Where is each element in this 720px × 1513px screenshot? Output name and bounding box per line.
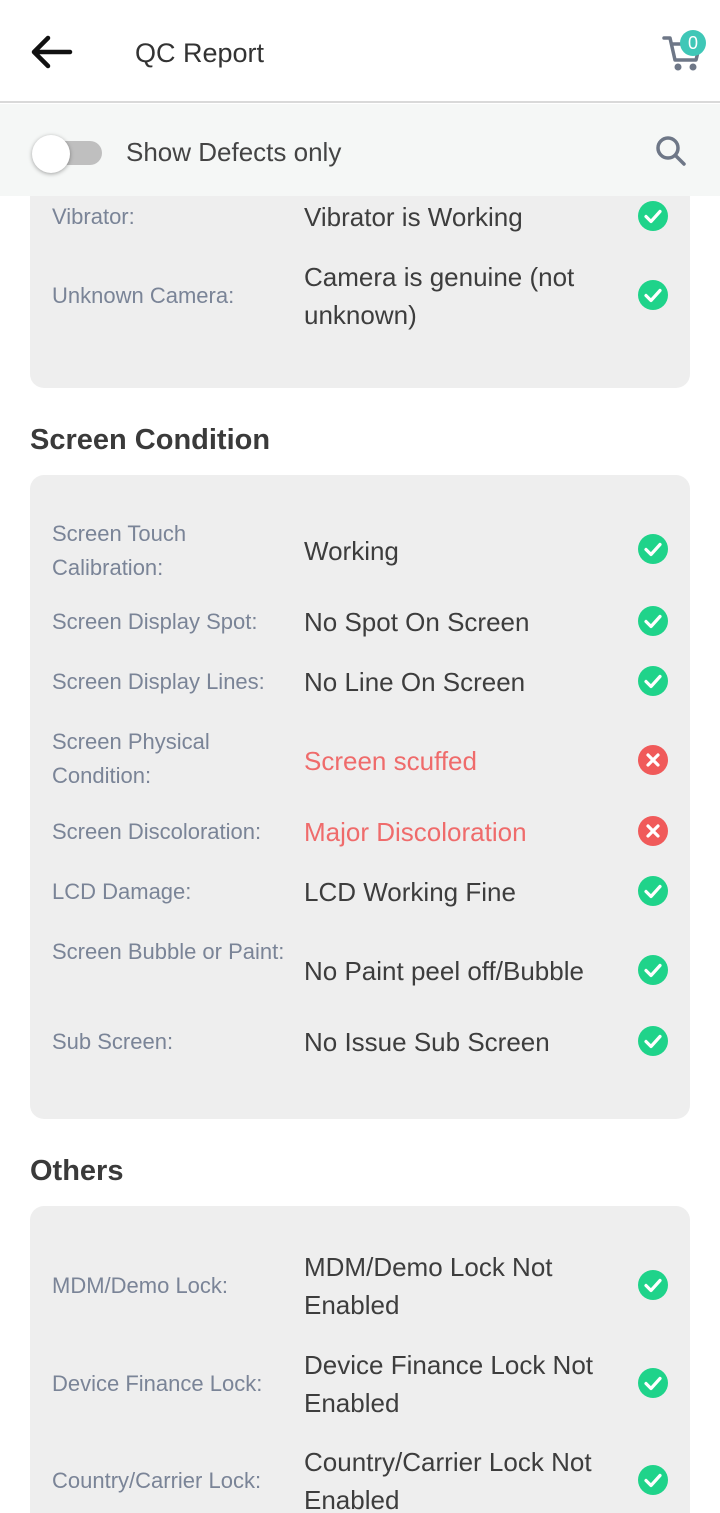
row-value: Vibrator is Working [304, 202, 523, 232]
show-defects-toggle[interactable] [32, 135, 104, 175]
x-circle-icon [637, 815, 669, 847]
x-circle-icon [637, 744, 669, 776]
report-row: Vibrator: Vibrator is Working [30, 196, 690, 240]
toggle-knob [32, 135, 70, 173]
app-header: QC Report 0 [0, 0, 720, 103]
section-title: Others [30, 1155, 124, 1187]
report-row: MDM/Demo Lock: MDM/Demo Lock Not Enabled [30, 1246, 690, 1326]
report-row: Screen Touch Calibration: Working [30, 515, 690, 587]
row-label: Unknown Camera: [52, 283, 235, 308]
check-circle-icon [637, 200, 669, 232]
check-circle-icon [637, 875, 669, 907]
row-label: MDM/Demo Lock: [52, 1273, 229, 1298]
row-value: No Spot On Screen [304, 607, 530, 637]
report-row: Screen Discoloration: Major Discoloratio… [30, 815, 690, 855]
row-value: Working [304, 536, 399, 566]
report-row: Screen Display Spot: No Spot On Screen [30, 605, 690, 645]
check-circle-icon [637, 533, 669, 565]
row-label: Country/Carrier Lock: [52, 1468, 262, 1493]
row-label: Screen Touch Calibration: [52, 521, 187, 580]
row-value: Screen scuffed [304, 746, 477, 776]
show-defects-label: Show Defects only [126, 137, 342, 167]
report-row: Country/Carrier Lock: Country/Carrier Lo… [30, 1441, 690, 1513]
check-circle-icon [637, 954, 669, 986]
back-arrow-icon[interactable] [28, 30, 76, 74]
filter-bar: Show Defects only [0, 104, 720, 196]
row-label: Screen Physical Condition: [52, 729, 210, 788]
row-label: Device Finance Lock: [52, 1371, 263, 1396]
row-value: LCD Working Fine [304, 877, 516, 907]
check-circle-icon [637, 665, 669, 697]
row-value: No Line On Screen [304, 667, 526, 697]
check-circle-icon [637, 605, 669, 637]
report-row: Device Finance Lock: Device Finance Lock… [30, 1344, 690, 1424]
check-circle-icon [637, 1464, 669, 1496]
row-label: Screen Bubble or Paint: [52, 939, 285, 964]
row-value: Device Finance Lock Not Enabled [304, 1350, 594, 1418]
check-circle-icon [637, 1025, 669, 1057]
row-value: MDM/Demo Lock Not Enabled [304, 1252, 553, 1320]
row-label: LCD Damage: [52, 879, 192, 904]
cart-count-badge: 0 [680, 30, 706, 56]
row-value: Country/Carrier Lock Not Enabled [304, 1447, 592, 1513]
report-list[interactable]: Vibrator: Vibrator is Working Unknown Ca… [0, 196, 720, 1513]
report-row: Screen Physical Condition: Screen scuffe… [30, 725, 690, 797]
section-card-others: MDM/Demo Lock: MDM/Demo Lock Not Enabled… [30, 1206, 690, 1513]
row-label: Screen Discoloration: [52, 819, 262, 844]
check-circle-icon [637, 1367, 669, 1399]
section-title: Screen Condition [30, 424, 271, 456]
report-row: Screen Display Lines: No Line On Screen [30, 665, 690, 705]
row-value: Camera is genuine (not unknown) [304, 262, 575, 330]
page-title: QC Report [135, 38, 265, 68]
section-card-general: Vibrator: Vibrator is Working Unknown Ca… [30, 196, 690, 388]
row-label: Screen Display Spot: [52, 609, 258, 634]
row-label: Screen Display Lines: [52, 669, 265, 694]
row-value: No Paint peel off/Bubble [304, 956, 584, 986]
row-label: Vibrator: [52, 204, 135, 229]
row-value: Major Discoloration [304, 817, 527, 847]
check-circle-icon [637, 1269, 669, 1301]
report-row: Screen Bubble or Paint: No Paint peel of… [30, 935, 690, 1007]
report-row: LCD Damage: LCD Working Fine [30, 875, 690, 915]
check-circle-icon [637, 279, 669, 311]
report-row: Unknown Camera: Camera is genuine (not u… [30, 256, 690, 336]
section-card-screen-condition: Screen Touch Calibration: Working Screen… [30, 475, 690, 1119]
row-label: Sub Screen: [52, 1029, 174, 1054]
report-row: Sub Screen: No Issue Sub Screen [30, 1025, 690, 1065]
search-icon[interactable] [652, 132, 690, 170]
row-value: No Issue Sub Screen [304, 1027, 550, 1057]
